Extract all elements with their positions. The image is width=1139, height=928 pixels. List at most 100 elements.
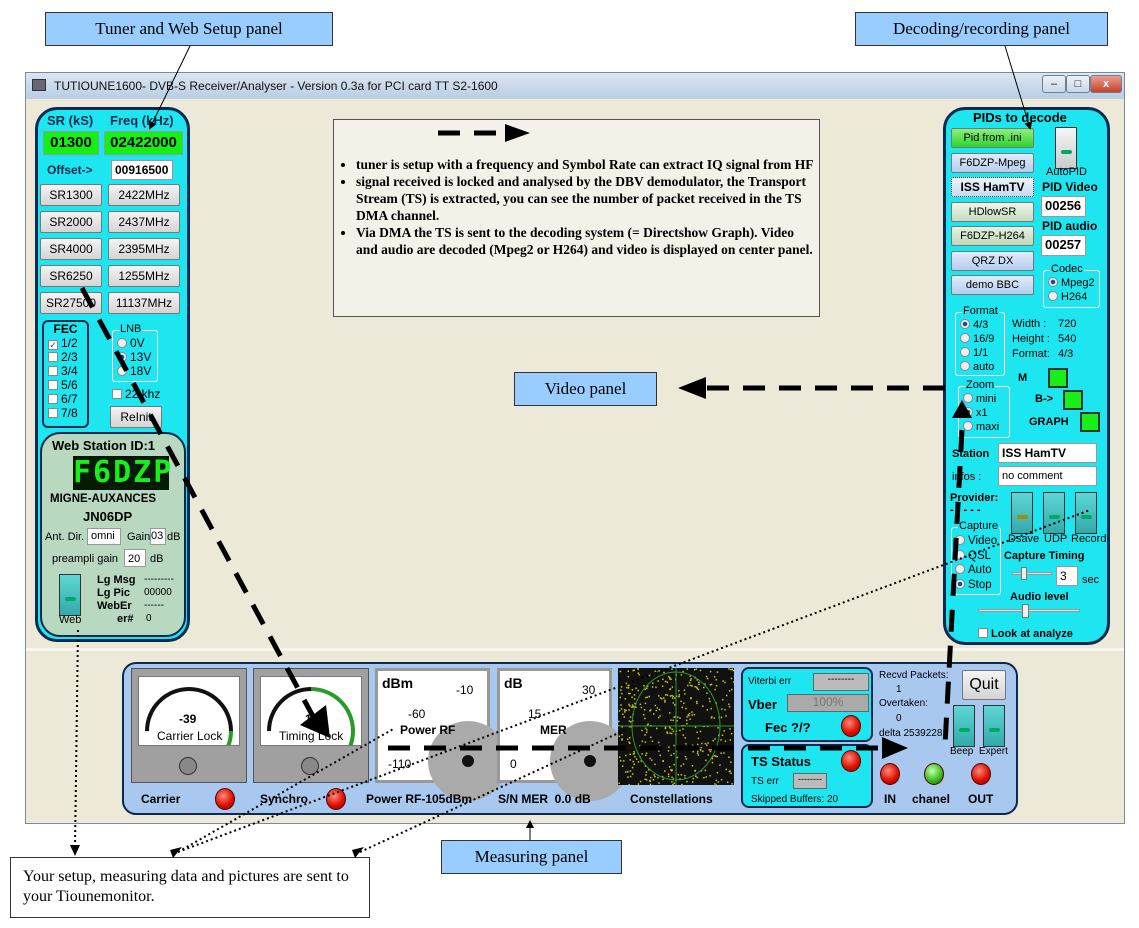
checkbox[interactable] [48, 380, 58, 390]
zoom-option[interactable]: mini [963, 392, 1009, 406]
capture-timing-slider[interactable] [1012, 567, 1052, 580]
preset-button[interactable]: demo BBC [951, 275, 1034, 295]
radio-button[interactable] [963, 407, 973, 417]
preset-button[interactable]: QRZ DX [951, 250, 1034, 271]
constellation-point [680, 774, 683, 776]
constellation-point [708, 749, 710, 751]
format-option[interactable]: 4/3 [960, 318, 1004, 332]
minimize-button[interactable]: – [1042, 75, 1066, 93]
freq-1255-button[interactable]: 1255MHz [108, 265, 180, 287]
format-option[interactable]: 16/9 [960, 332, 1004, 346]
preset-button[interactable]: F6DZP-Mpeg [951, 152, 1034, 173]
udp-switch[interactable] [1043, 492, 1065, 534]
dsave-switch[interactable] [1011, 492, 1033, 534]
freq-2437-button[interactable]: 2437MHz [108, 211, 180, 233]
timing-zero-knob[interactable] [301, 757, 319, 775]
radio-button[interactable] [960, 361, 970, 371]
radio-button[interactable] [955, 535, 965, 545]
web-toggle-switch[interactable] [59, 574, 81, 616]
radio-button[interactable] [960, 319, 970, 329]
radio-button[interactable] [1048, 277, 1058, 287]
lnb-option[interactable]: 0V [117, 336, 157, 350]
sr4000-button[interactable]: SR4000 [40, 238, 102, 260]
sr6250-button[interactable]: SR6250 [40, 265, 102, 287]
radio-button[interactable] [963, 421, 973, 431]
preampli-input[interactable]: 20 [124, 549, 146, 567]
checkbox[interactable] [48, 394, 58, 404]
carrier-zero-knob[interactable] [179, 757, 197, 775]
record-switch[interactable] [1075, 492, 1097, 534]
radio-button[interactable] [955, 549, 965, 560]
format-option[interactable]: auto [960, 360, 1004, 374]
constellation-point [639, 703, 642, 706]
checkbox[interactable] [48, 408, 58, 418]
reinit-button[interactable]: ReInit [110, 406, 162, 428]
station-input[interactable]: ISS HamTV [998, 443, 1097, 463]
capture-option[interactable]: Video [955, 534, 1000, 549]
fec-option[interactable]: 5/6 [48, 378, 87, 392]
pid-video-input[interactable]: 00256 [1041, 196, 1086, 217]
sr-input[interactable]: 01300 [43, 131, 99, 155]
constellation-point [723, 747, 725, 749]
khz22-checkbox[interactable]: 22 khz [112, 387, 160, 401]
radio-button[interactable] [117, 338, 127, 348]
radio-button[interactable] [1048, 291, 1058, 301]
expert-switch[interactable] [983, 705, 1005, 747]
preset-button[interactable]: ISS HamTV [951, 177, 1034, 197]
capture-option[interactable]: QSL [955, 549, 1000, 564]
codec-option[interactable]: Mpeg2 [1048, 276, 1099, 290]
capture-option[interactable]: Stop [955, 578, 1000, 593]
format-option[interactable]: 1/1 [960, 346, 1004, 360]
constellation-point [711, 761, 714, 764]
autopid-switch[interactable] [1055, 127, 1077, 169]
zoom-option[interactable]: maxi [963, 420, 1009, 434]
constellation-point [725, 768, 728, 771]
offset-input[interactable]: 00916500 [111, 160, 173, 180]
gain-input[interactable]: 03 [150, 528, 166, 545]
sr27500-button[interactable]: SR27500 [40, 292, 102, 314]
radio-button[interactable] [955, 578, 965, 589]
ant-dir-input[interactable]: omni [87, 528, 121, 545]
fec-option[interactable]: ✓ 1/2 [48, 336, 87, 350]
checkbox[interactable] [48, 366, 58, 376]
sr1300-button[interactable]: SR1300 [40, 184, 102, 206]
fec-option[interactable]: 3/4 [48, 364, 87, 378]
capture-option[interactable]: Auto [955, 563, 1000, 578]
infos-input[interactable]: no comment [998, 466, 1097, 486]
fec-option[interactable]: 7/8 [48, 406, 87, 420]
preset-button[interactable]: F6DZP-H264 [951, 226, 1034, 246]
beep-switch[interactable] [953, 705, 975, 747]
fec-option[interactable]: 6/7 [48, 392, 87, 406]
capture-timing-input[interactable]: 3 [1056, 566, 1078, 586]
freq-2395-button[interactable]: 2395MHz [108, 238, 180, 260]
sr2000-button[interactable]: SR2000 [40, 211, 102, 233]
quit-button[interactable]: Quit [962, 670, 1006, 700]
radio-button[interactable] [960, 347, 970, 357]
freq-2422-button[interactable]: 2422MHz [108, 184, 180, 206]
lnb-option[interactable]: 18V [117, 364, 157, 378]
constellation-point [624, 771, 627, 773]
audio-level-slider[interactable] [978, 604, 1080, 618]
audio-level-thumb[interactable] [1021, 604, 1029, 618]
look-at-analyze-checkbox[interactable]: Look at analyze [978, 628, 1073, 640]
close-button[interactable]: x [1090, 75, 1122, 93]
radio-button[interactable] [955, 564, 965, 574]
radio-button[interactable] [117, 352, 127, 362]
checkbox[interactable]: ✓ [48, 340, 58, 350]
zoom-option[interactable]: x1 [963, 406, 1009, 420]
preset-button[interactable]: Pid from .ini [951, 128, 1034, 148]
pid-audio-input[interactable]: 00257 [1041, 235, 1086, 256]
checkbox[interactable] [48, 352, 58, 362]
option-label: maxi [976, 421, 1000, 433]
radio-button[interactable] [963, 393, 973, 403]
radio-button[interactable] [117, 366, 127, 376]
freq-11137-button[interactable]: 11137MHz [108, 292, 180, 314]
radio-button[interactable] [960, 333, 970, 343]
freq-input[interactable]: 02422000 [104, 131, 183, 155]
lnb-option[interactable]: 13V [117, 350, 157, 364]
zoom-group: Zoom mini x1 maxi [958, 379, 1010, 438]
codec-option[interactable]: H264 [1048, 290, 1099, 304]
preset-button[interactable]: HDlowSR [951, 201, 1034, 222]
fec-option[interactable]: 2/3 [48, 350, 87, 364]
maximize-button[interactable]: □ [1066, 75, 1090, 93]
